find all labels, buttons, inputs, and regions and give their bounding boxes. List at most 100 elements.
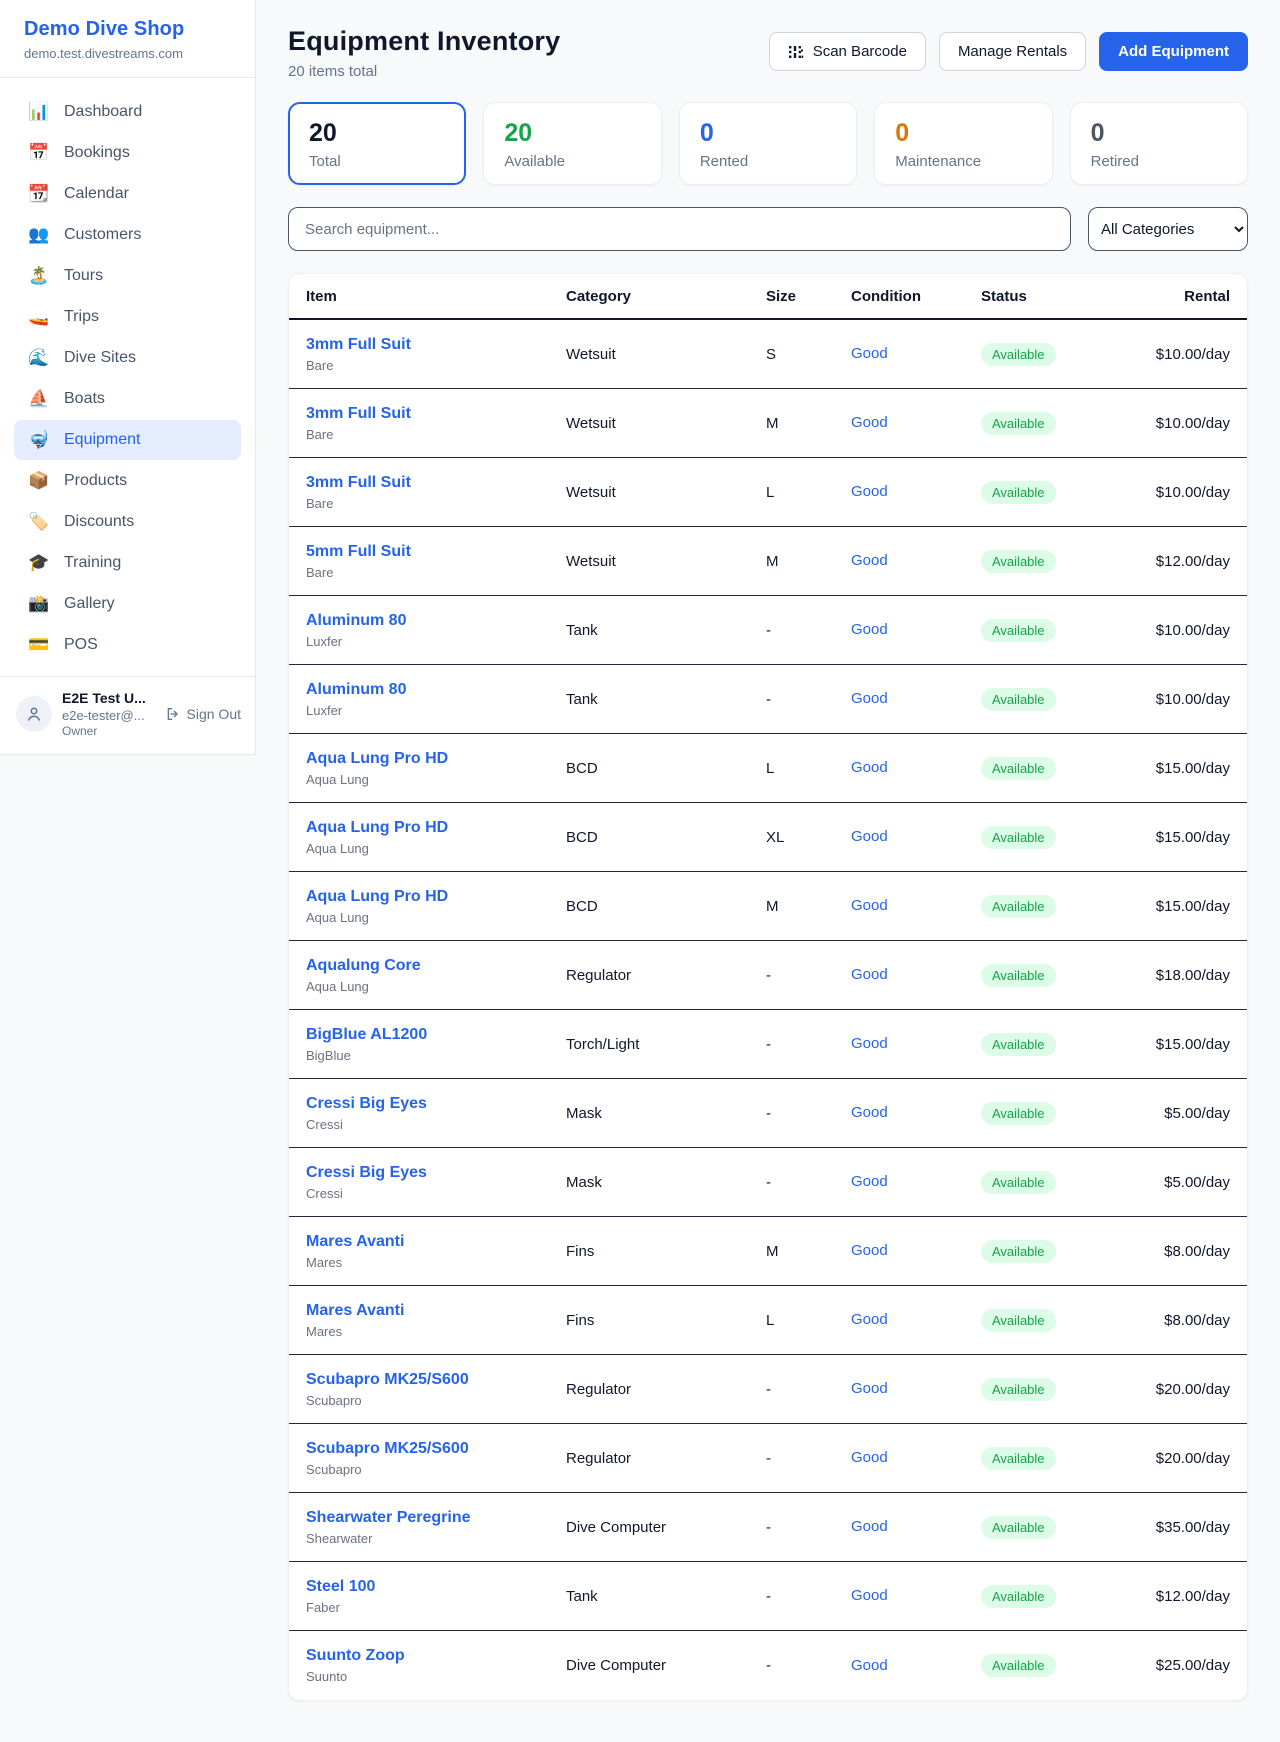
user-email: e2e-tester@... [62,708,146,724]
brand-block: Demo Dive Shop demo.test.divestreams.com [0,0,255,78]
condition-link[interactable]: Good [851,1657,888,1674]
category-cell: Torch/Light [566,1036,766,1053]
sidebar-item-training[interactable]: 🎓Training [14,543,241,583]
item-name-link[interactable]: Aqua Lung Pro HD [306,888,448,906]
table-row: 5mm Full SuitBareWetsuitMGoodAvailable$1… [289,527,1247,596]
item-name-link[interactable]: 3mm Full Suit [306,336,411,354]
item-name-link[interactable]: 3mm Full Suit [306,405,411,423]
status-cell: Available [981,757,1151,780]
table-row: Shearwater PeregrineShearwaterDive Compu… [289,1493,1247,1562]
condition-cell: Good [851,552,981,570]
sidebar-item-dashboard[interactable]: 📊Dashboard [14,92,241,132]
status-badge: Available [981,619,1056,642]
item-name-link[interactable]: Scubapro MK25/S600 [306,1440,469,1458]
condition-link[interactable]: Good [851,414,888,431]
sidebar-item-label: Training [64,554,121,572]
sidebar-item-products[interactable]: 📦Products [14,461,241,501]
sidebar-item-boats[interactable]: ⛵Boats [14,379,241,419]
stat-card-total[interactable]: 20Total [288,102,466,185]
rental-cell: $15.00/day [1151,829,1230,846]
item-name-link[interactable]: 3mm Full Suit [306,474,411,492]
condition-link[interactable]: Good [851,345,888,362]
sidebar-item-dive-sites[interactable]: 🌊Dive Sites [14,338,241,378]
item-brand: BigBlue [306,1048,566,1063]
sign-out-label: Sign Out [187,706,241,722]
condition-link[interactable]: Good [851,1587,888,1604]
condition-link[interactable]: Good [851,1311,888,1328]
item-cell: 3mm Full Suit Bare [306,405,566,442]
item-brand: Bare [306,427,566,442]
item-name-link[interactable]: Suunto Zoop [306,1647,405,1665]
stat-card-available[interactable]: 20Available [483,102,661,185]
condition-link[interactable]: Good [851,1242,888,1259]
sidebar-item-bookings[interactable]: 📅Bookings [14,133,241,173]
sidebar-item-trips[interactable]: 🚤Trips [14,297,241,337]
item-name-link[interactable]: Mares Avanti [306,1302,404,1320]
sidebar-item-label: Tours [64,267,103,285]
stat-label: Rented [700,153,836,170]
condition-link[interactable]: Good [851,1173,888,1190]
condition-link[interactable]: Good [851,1380,888,1397]
item-name-link[interactable]: Aqua Lung Pro HD [306,819,448,837]
rental-cell: $8.00/day [1151,1243,1230,1260]
condition-link[interactable]: Good [851,1518,888,1535]
header-actions: Scan Barcode Manage Rentals Add Equipmen… [769,32,1248,71]
scan-barcode-button[interactable]: Scan Barcode [769,32,926,71]
sidebar-item-tours[interactable]: 🏝️Tours [14,256,241,296]
category-filter-select[interactable]: All Categories [1088,207,1248,251]
package-icon: 📦 [28,471,50,491]
status-cell: Available [981,1171,1151,1194]
item-name-link[interactable]: Aqualung Core [306,957,421,975]
status-badge: Available [981,1033,1056,1056]
add-equipment-button[interactable]: Add Equipment [1099,32,1248,71]
condition-link[interactable]: Good [851,1035,888,1052]
stat-card-rented[interactable]: 0Rented [679,102,857,185]
condition-link[interactable]: Good [851,759,888,776]
item-name-link[interactable]: Cressi Big Eyes [306,1164,427,1182]
item-name-link[interactable]: Mares Avanti [306,1233,404,1251]
item-cell: 3mm Full SuitBare [306,474,566,511]
item-name-link[interactable]: Aluminum 80 [306,612,406,630]
item-brand: Bare [306,358,566,373]
condition-link[interactable]: Good [851,1449,888,1466]
sidebar-item-equipment[interactable]: 🤿Equipment [14,420,241,460]
condition-link[interactable]: Good [851,828,888,845]
condition-link[interactable]: Good [851,1104,888,1121]
table-row: BigBlue AL1200BigBlueTorch/Light-GoodAva… [289,1010,1247,1079]
item-name-link[interactable]: Scubapro MK25/S600 [306,1371,469,1389]
condition-link[interactable]: Good [851,552,888,569]
sidebar-item-customers[interactable]: 👥Customers [14,215,241,255]
item-brand: Aqua Lung [306,841,566,856]
item-name-link[interactable]: Cressi Big Eyes [306,1095,427,1113]
status-cell: Available [981,550,1151,573]
sidebar-item-label: Calendar [64,185,129,203]
item-name-link[interactable]: Steel 100 [306,1578,375,1596]
condition-link[interactable]: Good [851,966,888,983]
item-cell: Cressi Big EyesCressi [306,1164,566,1201]
item-name-link[interactable]: Aluminum 80 [306,681,406,699]
sidebar-item-calendar[interactable]: 📆Calendar [14,174,241,214]
search-input[interactable] [288,207,1071,251]
stat-card-maintenance[interactable]: 0Maintenance [874,102,1052,185]
item-name-link[interactable]: 5mm Full Suit [306,543,411,561]
condition-link[interactable]: Good [851,897,888,914]
sidebar-item-discounts[interactable]: 🏷️Discounts [14,502,241,542]
item-name-link[interactable]: Aqua Lung Pro HD [306,750,448,768]
size-cell: M [766,898,851,915]
condition-link[interactable]: Good [851,690,888,707]
brand-domain: demo.test.divestreams.com [24,46,231,61]
manage-rentals-button[interactable]: Manage Rentals [939,32,1086,71]
rental-cell: $12.00/day [1151,553,1230,570]
item-name-link[interactable]: BigBlue AL1200 [306,1026,427,1044]
condition-link[interactable]: Good [851,621,888,638]
rental-cell: $35.00/day [1151,1519,1230,1536]
item-name-link[interactable]: Shearwater Peregrine [306,1509,471,1527]
sign-out-button[interactable]: Sign Out [165,706,241,722]
stat-card-retired[interactable]: 0Retired [1070,102,1248,185]
brand-name[interactable]: Demo Dive Shop [24,18,231,41]
person-icon [25,705,43,723]
sidebar-item-gallery[interactable]: 📸Gallery [14,584,241,624]
sidebar-item-label: Dive Sites [64,349,136,367]
condition-link[interactable]: Good [851,483,888,500]
sidebar-item-pos[interactable]: 💳POS [14,625,241,665]
